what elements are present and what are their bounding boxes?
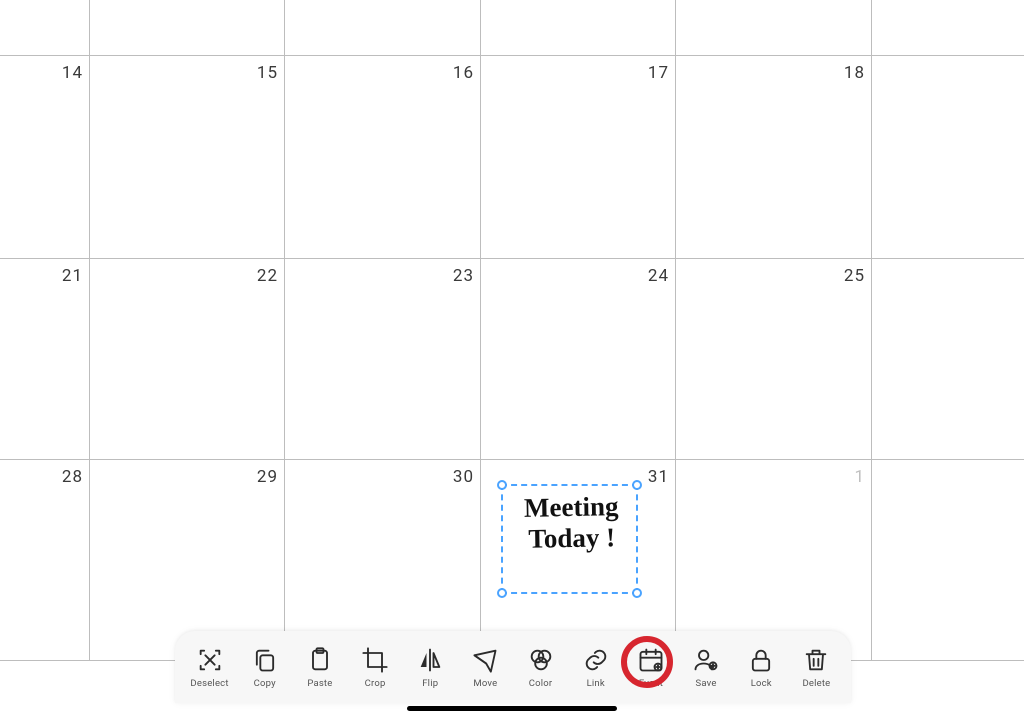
deselect-icon — [196, 646, 224, 674]
resize-handle-top-left[interactable] — [497, 480, 507, 490]
event-button[interactable]: Event — [628, 639, 673, 695]
date-cell-next-month[interactable]: 1 — [835, 467, 865, 487]
event-icon — [637, 646, 665, 674]
move-button[interactable]: Move — [463, 639, 508, 695]
flip-icon — [416, 646, 444, 674]
date-cell[interactable]: 23 — [444, 266, 474, 286]
color-button[interactable]: Color — [518, 639, 563, 695]
delete-icon — [802, 646, 830, 674]
date-cell[interactable]: 17 — [639, 63, 669, 83]
resize-handle-bottom-left[interactable] — [497, 588, 507, 598]
date-cell[interactable]: 22 — [248, 266, 278, 286]
move-icon — [471, 646, 499, 674]
deselect-button[interactable]: Deselect — [187, 639, 232, 695]
resize-handle-top-right[interactable] — [632, 480, 642, 490]
date-cell[interactable]: 28 — [53, 467, 83, 487]
color-icon — [527, 646, 555, 674]
paste-button[interactable]: Paste — [297, 639, 342, 695]
date-cell[interactable]: 14 — [53, 63, 83, 83]
color-label: Color — [529, 678, 553, 689]
grid-line — [871, 0, 872, 660]
home-indicator[interactable] — [407, 706, 617, 711]
deselect-label: Deselect — [190, 678, 228, 689]
save-button[interactable]: Save — [684, 639, 729, 695]
save-icon — [692, 646, 720, 674]
copy-label: Copy — [254, 678, 276, 689]
delete-label: Delete — [802, 678, 830, 689]
lock-label: Lock — [751, 678, 772, 689]
paste-icon — [306, 646, 334, 674]
crop-icon — [361, 646, 389, 674]
lock-button[interactable]: Lock — [739, 639, 784, 695]
link-icon — [582, 646, 610, 674]
date-cell[interactable]: 30 — [444, 467, 474, 487]
date-cell[interactable]: 15 — [248, 63, 278, 83]
calendar-app: 14 15 16 17 18 21 22 23 24 25 28 29 30 3… — [0, 0, 1024, 717]
grid-line — [675, 0, 676, 660]
link-label: Link — [587, 678, 605, 689]
copy-button[interactable]: Copy — [242, 639, 287, 695]
link-button[interactable]: Link — [573, 639, 618, 695]
date-cell[interactable]: 31 — [639, 467, 669, 487]
crop-label: Crop — [365, 678, 386, 689]
move-label: Move — [473, 678, 497, 689]
save-label: Save — [696, 678, 717, 689]
date-cell[interactable]: 25 — [835, 266, 865, 286]
flip-button[interactable]: Flip — [408, 639, 453, 695]
resize-handle-bottom-right[interactable] — [632, 588, 642, 598]
crop-button[interactable]: Crop — [352, 639, 397, 695]
event-label: Event — [639, 678, 663, 689]
date-cell[interactable]: 16 — [444, 63, 474, 83]
delete-button[interactable]: Delete — [794, 639, 839, 695]
grid-line — [284, 0, 285, 660]
grid-line — [89, 0, 90, 660]
date-cell[interactable]: 24 — [639, 266, 669, 286]
selection-toolbar: Deselect Copy Paste Crop Flip — [175, 631, 851, 703]
date-cell[interactable]: 29 — [248, 467, 278, 487]
copy-icon — [251, 646, 279, 674]
flip-label: Flip — [422, 678, 438, 689]
selection-box[interactable] — [501, 484, 638, 594]
paste-label: Paste — [307, 678, 332, 689]
lock-icon — [747, 646, 775, 674]
grid-line — [480, 0, 481, 660]
date-cell[interactable]: 18 — [835, 63, 865, 83]
date-cell[interactable]: 21 — [53, 266, 83, 286]
